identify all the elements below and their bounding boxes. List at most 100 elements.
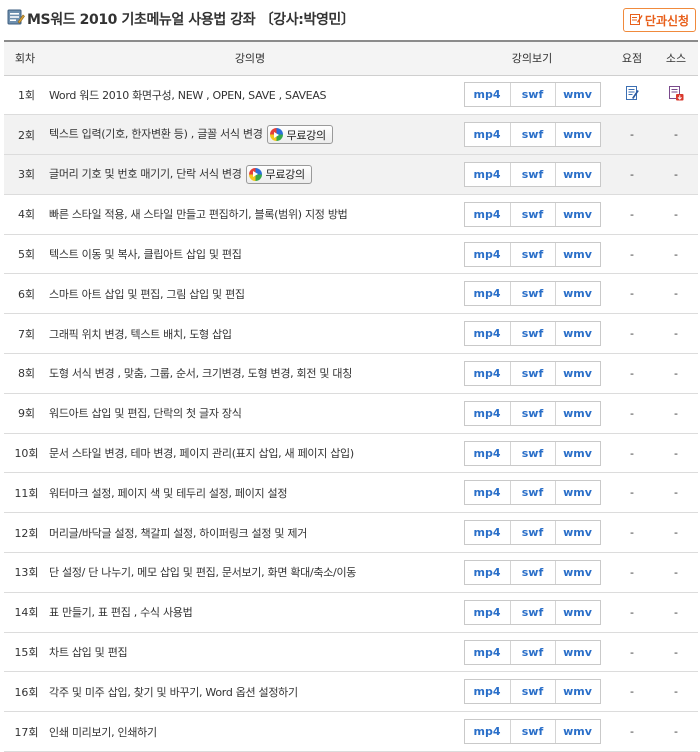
swf-button[interactable]: swf xyxy=(509,202,555,226)
lecture-title[interactable]: 빠른 스타일 적용, 새 스타일 만들고 편집하기, 블록(범위) 지정 방법 xyxy=(49,208,348,221)
wmv-button[interactable]: wmv xyxy=(554,680,600,704)
session-number: 15회 xyxy=(4,632,46,673)
format-button-group: mp4 swf wmv xyxy=(463,161,601,187)
lecture-title[interactable]: 단 설정/ 단 나누기, 메모 삽입 및 편집, 문서보기, 화면 확대/축소/… xyxy=(49,566,356,579)
lecture-title[interactable]: 각주 및 미주 삽입, 찾기 및 바꾸기, Word 옵션 설정하기 xyxy=(49,686,298,699)
mp4-button[interactable]: mp4 xyxy=(465,680,510,703)
wmv-button[interactable]: wmv xyxy=(554,202,600,226)
lecture-title[interactable]: 도형 서식 변경 , 맞춤, 그룹, 순서, 크기변경, 도형 변경, 회전 및… xyxy=(49,367,352,380)
mp4-button[interactable]: mp4 xyxy=(465,442,510,465)
view-lecture-cell: mp4 swf wmv xyxy=(454,154,610,195)
mp4-button[interactable]: mp4 xyxy=(465,561,510,584)
mp4-button[interactable]: mp4 xyxy=(465,282,510,305)
swf-button[interactable]: swf xyxy=(509,83,555,107)
session-number: 10회 xyxy=(4,433,46,474)
mp4-button[interactable]: mp4 xyxy=(465,123,510,146)
lecture-title-cell: 단 설정/ 단 나누기, 메모 삽입 및 편집, 문서보기, 화면 확대/축소/… xyxy=(46,552,454,593)
format-button-group: mp4 swf wmv xyxy=(463,719,601,745)
free-lecture-button[interactable]: 무료강의 xyxy=(245,164,312,184)
lecture-title[interactable]: 머리글/바닥글 설정, 책갈피 설정, 하이퍼링크 설정 및 제거 xyxy=(49,527,307,540)
table-row: 7회 그래픽 위치 변경, 텍스트 배치, 도형 삽입 mp4 swf wmv - - xyxy=(4,313,698,355)
mp4-button[interactable]: mp4 xyxy=(465,362,510,385)
table-row: 17회 인쇄 미리보기, 인쇄하기 mp4 swf wmv - - xyxy=(4,711,698,752)
lecture-title[interactable]: 워드아트 삽입 및 편집, 단락의 첫 글자 장식 xyxy=(49,407,242,420)
table-row: 5회 텍스트 이동 및 복사, 클립아트 삽입 및 편집 mp4 swf wmv - - xyxy=(4,234,698,275)
lecture-title[interactable]: Word 워드 2010 화면구성, NEW , OPEN, SAVE , SA… xyxy=(49,89,327,102)
swf-button[interactable]: swf xyxy=(509,720,555,744)
wmv-button[interactable]: wmv xyxy=(554,441,600,465)
wmv-button[interactable]: wmv xyxy=(554,361,600,385)
format-button-group: mp4 swf wmv xyxy=(463,679,601,705)
wmv-button[interactable]: wmv xyxy=(554,560,600,584)
free-lecture-button[interactable]: 무료강의 xyxy=(266,125,333,145)
summary-cell: - xyxy=(610,552,654,593)
mp4-button[interactable]: mp4 xyxy=(465,203,510,226)
mp4-button[interactable]: mp4 xyxy=(465,641,510,664)
format-button-group: mp4 swf wmv xyxy=(463,559,601,585)
lecture-title-cell: 글머리 기호 및 번호 매기기, 단락 서식 변경 무료강의 xyxy=(46,154,454,195)
wmv-button[interactable]: wmv xyxy=(554,282,600,306)
swf-button[interactable]: swf xyxy=(509,361,555,385)
mp4-button[interactable]: mp4 xyxy=(465,481,510,504)
list-edit-icon xyxy=(7,9,25,25)
mp4-button[interactable]: mp4 xyxy=(465,322,510,345)
swf-button[interactable]: swf xyxy=(509,640,555,664)
lecture-title[interactable]: 스마트 아트 삽입 및 편집, 그림 삽입 및 편집 xyxy=(49,288,245,301)
wmv-button[interactable]: wmv xyxy=(554,640,600,664)
lecture-title[interactable]: 텍스트 이동 및 복사, 클립아트 삽입 및 편집 xyxy=(49,248,242,261)
swf-button[interactable]: swf xyxy=(509,481,555,505)
table-header-row: 회차 강의명 강의보기 요점 소스 xyxy=(4,41,698,76)
swf-button[interactable]: swf xyxy=(509,282,555,306)
wmv-button[interactable]: wmv xyxy=(554,83,600,107)
wmv-button[interactable]: wmv xyxy=(554,162,600,186)
wmv-button[interactable]: wmv xyxy=(554,401,600,425)
mp4-button[interactable]: mp4 xyxy=(465,521,510,544)
lecture-title[interactable]: 그래픽 위치 변경, 텍스트 배치, 도형 삽입 xyxy=(49,328,232,341)
session-number: 4회 xyxy=(4,194,46,235)
lecture-title[interactable]: 인쇄 미리보기, 인쇄하기 xyxy=(49,726,157,739)
wmv-button[interactable]: wmv xyxy=(554,242,600,266)
swf-button[interactable]: swf xyxy=(509,162,555,186)
view-lecture-cell: mp4 swf wmv xyxy=(454,194,610,235)
swf-button[interactable]: swf xyxy=(509,680,555,704)
lecture-title[interactable]: 차트 삽입 및 편집 xyxy=(49,646,128,659)
mp4-button[interactable]: mp4 xyxy=(465,243,510,266)
table-row: 1회 Word 워드 2010 화면구성, NEW , OPEN, SAVE , … xyxy=(4,75,698,116)
session-number: 13회 xyxy=(4,552,46,593)
swf-button[interactable]: swf xyxy=(509,123,555,147)
swf-button[interactable]: swf xyxy=(509,441,555,465)
format-button-group: mp4 swf wmv xyxy=(463,82,601,108)
wmv-button[interactable]: wmv xyxy=(554,123,600,147)
source-cell: - xyxy=(654,154,698,195)
format-button-group: mp4 swf wmv xyxy=(463,520,601,546)
swf-button[interactable]: swf xyxy=(509,322,555,346)
wmv-button[interactable]: wmv xyxy=(554,600,600,624)
lecture-title[interactable]: 문서 스타일 변경, 테마 변경, 페이지 관리(표지 삽입, 새 페이지 삽입… xyxy=(49,447,354,460)
view-lecture-cell: mp4 swf wmv xyxy=(454,711,610,752)
apply-course-button[interactable]: 단과신청 xyxy=(623,8,696,32)
swf-button[interactable]: swf xyxy=(509,521,555,545)
wmv-button[interactable]: wmv xyxy=(554,521,600,545)
swf-button[interactable]: swf xyxy=(509,242,555,266)
lecture-title[interactable]: 워터마크 설정, 페이지 색 및 테두리 설정, 페이지 설정 xyxy=(49,487,287,500)
mp4-button[interactable]: mp4 xyxy=(465,163,510,186)
lecture-title[interactable]: 표 만들기, 표 편집 , 수식 사용법 xyxy=(49,606,193,619)
document-edit-icon[interactable] xyxy=(625,85,639,104)
wmv-button[interactable]: wmv xyxy=(554,322,600,346)
lecture-title[interactable]: 글머리 기호 및 번호 매기기, 단락 서식 변경 xyxy=(49,167,242,180)
download-file-icon[interactable] xyxy=(668,85,684,104)
play-circle-icon xyxy=(248,167,262,181)
swf-button[interactable]: swf xyxy=(509,600,555,624)
session-number: 14회 xyxy=(4,592,46,633)
wmv-button[interactable]: wmv xyxy=(554,481,600,505)
mp4-button[interactable]: mp4 xyxy=(465,720,510,743)
mp4-button[interactable]: mp4 xyxy=(465,402,510,425)
swf-button[interactable]: swf xyxy=(509,560,555,584)
column-header-session: 회차 xyxy=(4,41,46,76)
lecture-title[interactable]: 텍스트 입력(기호, 한자변환 등) , 글꼴 서식 변경 xyxy=(49,128,263,141)
mp4-button[interactable]: mp4 xyxy=(465,83,510,106)
free-lecture-label: 무료강의 xyxy=(265,168,306,182)
wmv-button[interactable]: wmv xyxy=(554,720,600,744)
mp4-button[interactable]: mp4 xyxy=(465,601,510,624)
swf-button[interactable]: swf xyxy=(509,401,555,425)
